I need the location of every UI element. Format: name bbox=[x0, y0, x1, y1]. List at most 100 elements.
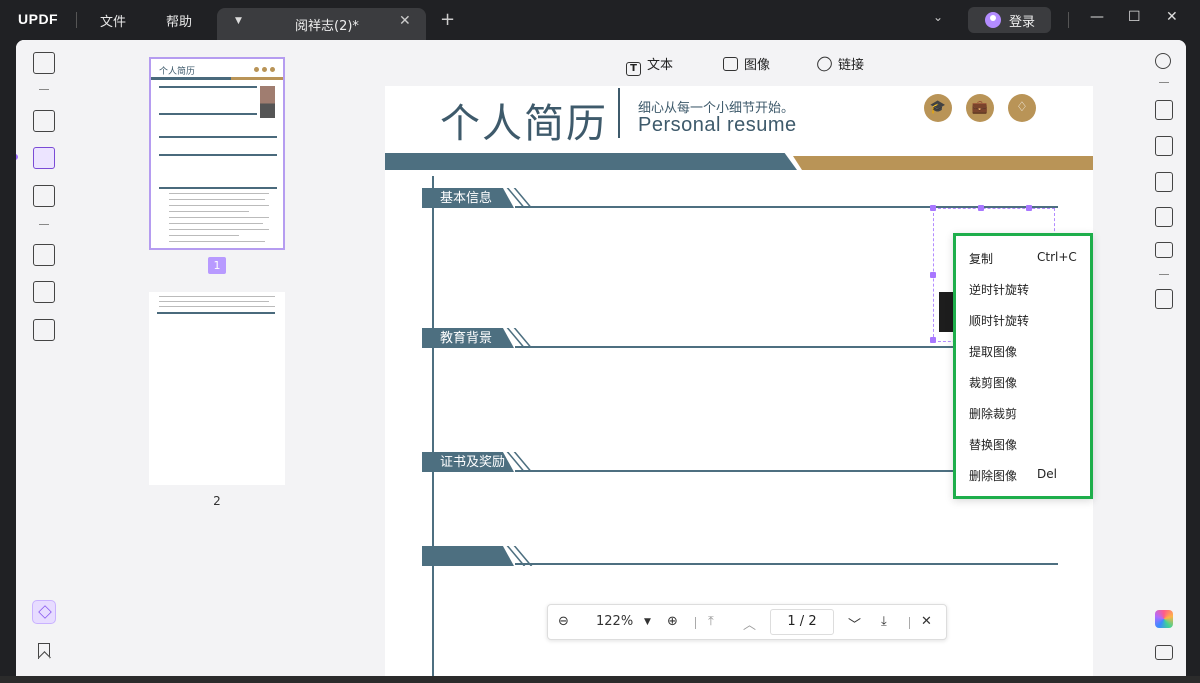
menu-item-label: 裁剪图像 bbox=[969, 376, 1018, 390]
image-tool-button[interactable]: 图像 bbox=[723, 54, 770, 73]
bookmark-icon[interactable] bbox=[38, 643, 50, 659]
menu-item-label: 逆时针旋转 bbox=[969, 283, 1030, 297]
section-basic-info[interactable]: 基本信息 bbox=[422, 188, 514, 208]
thumbnail-photo bbox=[260, 86, 275, 118]
section-certificates[interactable]: 证书及奖励 bbox=[422, 452, 514, 472]
menu-item-label: 复制 bbox=[969, 252, 994, 266]
thumbnail-line bbox=[159, 154, 277, 156]
maximize-icon[interactable]: ☐ bbox=[1128, 9, 1141, 25]
menu-item-delete-image[interactable]: 删除图像 Del bbox=[969, 467, 1085, 484]
organize-pages-icon[interactable] bbox=[33, 244, 55, 266]
search-icon[interactable] bbox=[1155, 53, 1171, 69]
section-rule bbox=[515, 563, 1058, 565]
divider bbox=[39, 89, 49, 90]
zoom-level[interactable]: 122% bbox=[596, 614, 633, 629]
zoom-in-icon[interactable]: ⊕ bbox=[667, 614, 678, 629]
menu-item-rotate-cw[interactable]: 顺时针旋转 bbox=[969, 312, 1085, 329]
page-separator: / bbox=[799, 614, 805, 629]
resize-handle[interactable] bbox=[930, 272, 936, 278]
next-page-icon[interactable]: ﹀ bbox=[848, 614, 861, 633]
resize-handle[interactable] bbox=[978, 205, 984, 211]
app-logo: UPDF bbox=[18, 11, 59, 27]
image-context-menu: 复制 Ctrl+C 逆时针旋转 顺时针旋转 提取图像 裁剪图像 删除裁剪 替换图像… bbox=[953, 233, 1093, 499]
chevron-down-icon[interactable]: ⌄ bbox=[933, 10, 943, 24]
edit-toolbar: T 文本 图像 链接 bbox=[364, 40, 1144, 86]
divider bbox=[76, 12, 77, 28]
thumbnail-band bbox=[151, 77, 231, 80]
thumbnail-text bbox=[169, 217, 269, 218]
resize-handle[interactable] bbox=[930, 205, 936, 211]
layers-icon[interactable] bbox=[32, 600, 56, 624]
link-tool-button[interactable]: 链接 bbox=[814, 53, 864, 75]
status-strip bbox=[0, 676, 1200, 683]
reader-mode-icon[interactable] bbox=[33, 52, 55, 74]
menu-item-rotate-ccw[interactable]: 逆时针旋转 bbox=[969, 281, 1085, 298]
comment-tool-icon[interactable] bbox=[33, 110, 55, 132]
ai-assistant-icon[interactable] bbox=[1155, 610, 1173, 628]
edit-pdf-icon[interactable] bbox=[33, 147, 55, 169]
crop-pages-icon[interactable] bbox=[33, 281, 55, 303]
login-label: 登录 bbox=[1009, 15, 1036, 30]
section-untitled[interactable] bbox=[422, 546, 514, 566]
comment-icon[interactable] bbox=[1155, 645, 1173, 660]
close-window-icon[interactable]: ✕ bbox=[1166, 9, 1178, 25]
resize-handle[interactable] bbox=[930, 337, 936, 343]
menu-item-label: 删除裁剪 bbox=[969, 407, 1018, 421]
thumbnail-text bbox=[169, 205, 269, 206]
section-education[interactable]: 教育背景 bbox=[422, 328, 514, 348]
resume-title-en[interactable]: Personal resume bbox=[638, 114, 797, 137]
thumbnail-text bbox=[159, 301, 269, 302]
menu-item-label: 顺时针旋转 bbox=[969, 314, 1030, 328]
divider bbox=[39, 224, 49, 225]
close-icon[interactable]: ✕ bbox=[921, 614, 932, 629]
text-tool-button[interactable]: T 文本 bbox=[626, 54, 673, 76]
divider bbox=[1068, 12, 1069, 28]
menu-file[interactable]: 文件 bbox=[100, 11, 126, 30]
menu-item-crop-image[interactable]: 裁剪图像 bbox=[969, 374, 1085, 391]
menu-shortcut: Ctrl+C bbox=[1037, 250, 1077, 264]
zoom-out-icon[interactable]: ⊖ bbox=[558, 614, 569, 629]
page-thumbnail-2[interactable] bbox=[149, 292, 285, 485]
ocr-icon[interactable] bbox=[1155, 100, 1173, 120]
image-tool-label: 图像 bbox=[744, 58, 771, 73]
convert-pdf-icon[interactable] bbox=[33, 319, 55, 341]
save-icon[interactable] bbox=[1155, 289, 1173, 309]
resume-title[interactable]: 个人简历 bbox=[440, 91, 608, 149]
thumbnail-icon bbox=[262, 67, 267, 72]
thumbnail-line bbox=[157, 312, 275, 314]
tab-title: 阅祥志(2)* bbox=[295, 19, 359, 34]
tab-dropdown-icon[interactable]: ▼ bbox=[235, 16, 242, 26]
menu-help[interactable]: 帮助 bbox=[166, 11, 192, 30]
text-tool-label: 文本 bbox=[647, 58, 674, 73]
thumbnail-line bbox=[159, 86, 257, 88]
header-band-blue bbox=[385, 153, 797, 170]
protect-icon[interactable] bbox=[1155, 172, 1173, 192]
new-tab-icon[interactable]: + bbox=[440, 9, 455, 30]
resize-handle[interactable] bbox=[1026, 205, 1032, 211]
thumbnail-panel: 个人简历 1 2 bbox=[72, 40, 364, 676]
title-bar: UPDF 文件 帮助 ▼ 阅祥志(2)* ✕ + ⌄ 登录 — ☐ ✕ bbox=[0, 0, 1200, 40]
menu-item-copy[interactable]: 复制 Ctrl+C bbox=[969, 250, 1085, 267]
zoom-dropdown-icon[interactable]: ▼ bbox=[644, 617, 651, 627]
menu-item-replace-image[interactable]: 替换图像 bbox=[969, 436, 1085, 453]
login-button[interactable]: 登录 bbox=[968, 7, 1051, 33]
convert-icon[interactable] bbox=[1155, 136, 1173, 156]
page-input[interactable]: 1 / 2 bbox=[770, 609, 834, 635]
thumbnail-line bbox=[159, 113, 257, 115]
form-tool-icon[interactable] bbox=[33, 185, 55, 207]
thumbnail-text bbox=[159, 296, 275, 297]
share-icon[interactable] bbox=[1155, 207, 1173, 227]
link-icon bbox=[814, 53, 835, 75]
last-page-icon[interactable]: ⤓ bbox=[881, 614, 887, 629]
page-thumbnail-1[interactable]: 个人简历 bbox=[149, 57, 285, 250]
minimize-icon[interactable]: — bbox=[1090, 9, 1104, 25]
close-tab-icon[interactable]: ✕ bbox=[399, 13, 411, 29]
email-icon[interactable] bbox=[1155, 242, 1173, 258]
menu-item-extract-image[interactable]: 提取图像 bbox=[969, 343, 1085, 360]
document-tab[interactable]: ▼ 阅祥志(2)* ✕ bbox=[217, 8, 426, 40]
menu-item-remove-crop[interactable]: 删除裁剪 bbox=[969, 405, 1085, 422]
previous-page-icon[interactable]: ︿ bbox=[743, 614, 756, 633]
title-divider bbox=[618, 88, 620, 138]
first-page-icon[interactable]: ⤒ bbox=[708, 614, 714, 629]
thumbnail-icon bbox=[270, 67, 275, 72]
